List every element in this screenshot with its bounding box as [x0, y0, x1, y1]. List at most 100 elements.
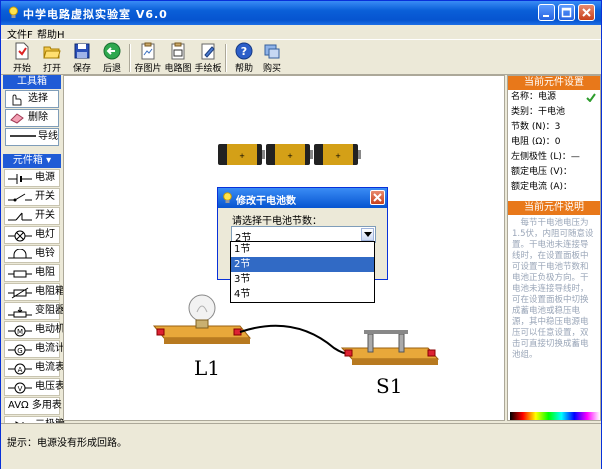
battery-cell-3[interactable]: +: [314, 144, 361, 165]
prop-category[interactable]: 类别：干电池: [508, 105, 600, 120]
close-button[interactable]: [578, 4, 595, 21]
color-spectrum[interactable]: [510, 412, 600, 420]
dialog-close-button[interactable]: [370, 190, 385, 205]
rheostat-icon: [8, 307, 32, 318]
toolbar-save-image-button[interactable]: 存图片: [133, 41, 163, 75]
sketch-board-icon: [201, 43, 215, 60]
dialog-title-bar[interactable]: 修改干电池数: [218, 188, 387, 208]
wire[interactable]: [239, 324, 361, 356]
component-motor[interactable]: M 电动机: [4, 321, 65, 339]
hand-pointer-icon: [12, 94, 22, 106]
minimize-icon: [543, 15, 549, 17]
component-resistor[interactable]: 电阻: [4, 264, 60, 282]
new-doc-icon: [15, 42, 29, 60]
bell-icon: [8, 249, 32, 259]
prop-count[interactable]: 节数 (N)：3: [508, 120, 600, 135]
toolbar-help-button[interactable]: ? 帮助: [229, 41, 259, 75]
battery-cell-1[interactable]: +: [218, 144, 265, 165]
svg-text:G: G: [17, 347, 22, 355]
option-3[interactable]: 3节: [231, 272, 374, 287]
save-image-icon: [141, 42, 155, 60]
status-text: 提示：电源没有形成回路。: [7, 438, 127, 449]
component-ammeter[interactable]: A 电流表: [4, 359, 65, 377]
svg-text:+: +: [335, 152, 341, 160]
prop-resistance[interactable]: 电阻 (Ω)：0: [508, 135, 600, 150]
component-galvanometer[interactable]: G 电流计: [4, 340, 65, 358]
svg-text:V: V: [18, 385, 23, 393]
option-4[interactable]: 4节: [231, 287, 374, 302]
resistor-box-icon: [8, 287, 32, 299]
tool-select[interactable]: 选择: [5, 90, 59, 108]
toolbar-circuit-diagram-button[interactable]: 电路图: [163, 41, 193, 75]
power-source-icon: [8, 174, 32, 184]
minimize-button[interactable]: [538, 4, 555, 21]
toolbar-save-button[interactable]: 保存: [67, 41, 97, 75]
voltmeter-icon: V: [8, 382, 32, 394]
window-title: 中学电路虚拟实验室 V6.0: [23, 8, 168, 21]
prop-rated-current: 额定电流 (A)：: [511, 182, 573, 192]
component-resistor-box[interactable]: 电阻箱: [4, 283, 65, 301]
help-icon: ?: [235, 42, 253, 60]
properties-header: 当前元件设置: [508, 76, 600, 90]
component-rheostat[interactable]: 变阻器: [4, 302, 65, 320]
description-header: 当前元件说明: [508, 201, 600, 215]
left-panel: 工具箱 选择 删除 导线 元件箱 ▾ 电源 开关 开关 电灯 电铃 电阻 电阻箱…: [3, 75, 65, 434]
save-disk-icon: [74, 43, 90, 59]
prop-name: 名称：电源: [508, 90, 600, 105]
component-lamp[interactable]: 电灯: [4, 226, 60, 244]
title-bar[interactable]: 中学电路虚拟实验室 V6.0: [1, 1, 601, 25]
component-box-header[interactable]: 元件箱 ▾: [3, 154, 61, 168]
component-voltmeter[interactable]: V 电压表: [4, 378, 65, 396]
toolbar-start-button[interactable]: 开始: [7, 41, 37, 75]
dialog-title: 修改干电池数: [236, 196, 296, 207]
circuit-diagram-icon: [171, 42, 185, 60]
toolbar-open-button[interactable]: 打开: [37, 41, 67, 75]
close-icon: [373, 193, 382, 202]
battery-cell-2[interactable]: +: [266, 144, 313, 165]
switch-label: S1: [376, 374, 403, 398]
lamp-label: L1: [194, 356, 221, 380]
option-2[interactable]: 2节: [231, 257, 374, 272]
prop-rated-voltage: 额定电压 (V)：: [511, 167, 573, 177]
motor-icon: M: [8, 325, 32, 337]
component-bell[interactable]: 电铃: [4, 245, 60, 263]
svg-text:M: M: [17, 328, 23, 336]
status-bar: 提示：电源没有形成回路。: [1, 423, 601, 469]
description-text: 每节干电池电压为1.5伏，内阻可随意设置。干电池未连接导线时，在设置面板中可设置…: [512, 218, 594, 360]
app-window: 中学电路虚拟实验室 V6.0 文件F 帮助H 开始 打开 保存 后退 存图片 电…: [0, 0, 602, 469]
tool-delete[interactable]: 删除: [5, 109, 59, 127]
close-icon: [582, 8, 591, 17]
chevron-down-icon: [364, 232, 372, 237]
toolbar-back-button[interactable]: 后退: [97, 41, 127, 75]
toolbar-sketch-board-button[interactable]: 手绘板: [193, 41, 223, 75]
wire-icon: [10, 135, 36, 137]
switch-component[interactable]: [340, 330, 440, 365]
maximize-button[interactable]: [558, 4, 575, 21]
tool-wire[interactable]: 导线: [5, 128, 59, 146]
component-switch[interactable]: 开关: [4, 188, 60, 206]
battery-count-dropdown: 1节 2节 3节 4节: [230, 241, 375, 303]
bulb-icon: [9, 6, 18, 18]
check-icon: [586, 93, 596, 102]
menu-bar: 文件F 帮助H: [1, 25, 601, 41]
maximize-icon: [561, 7, 572, 18]
svg-text:A: A: [18, 366, 23, 374]
select-dropdown-button[interactable]: [361, 228, 374, 241]
resistor-icon: [8, 270, 32, 278]
component-multimeter[interactable]: AVΩ 多用表: [4, 397, 62, 415]
bulb-icon: [223, 192, 232, 203]
purchase-icon: [264, 44, 280, 59]
option-1[interactable]: 1节: [231, 242, 374, 257]
switch-alt-icon: [8, 212, 32, 221]
toolbar: 开始 打开 保存 后退 存图片 电路图 手绘板 ? 帮助 购买: [1, 39, 601, 75]
back-arrow-icon: [103, 42, 121, 60]
prop-polarity[interactable]: 左侧极性 (L)：—: [508, 150, 600, 165]
eraser-icon: [10, 113, 24, 124]
toolbar-separator: [129, 44, 131, 72]
ammeter-icon: A: [8, 363, 32, 375]
toolbar-purchase-button[interactable]: 购买: [257, 41, 287, 75]
component-switch-alt[interactable]: 开关: [4, 207, 60, 225]
toolbar-separator: [225, 44, 227, 72]
component-power[interactable]: 电源: [4, 169, 60, 187]
chevron-down-icon: ▾: [46, 155, 52, 166]
